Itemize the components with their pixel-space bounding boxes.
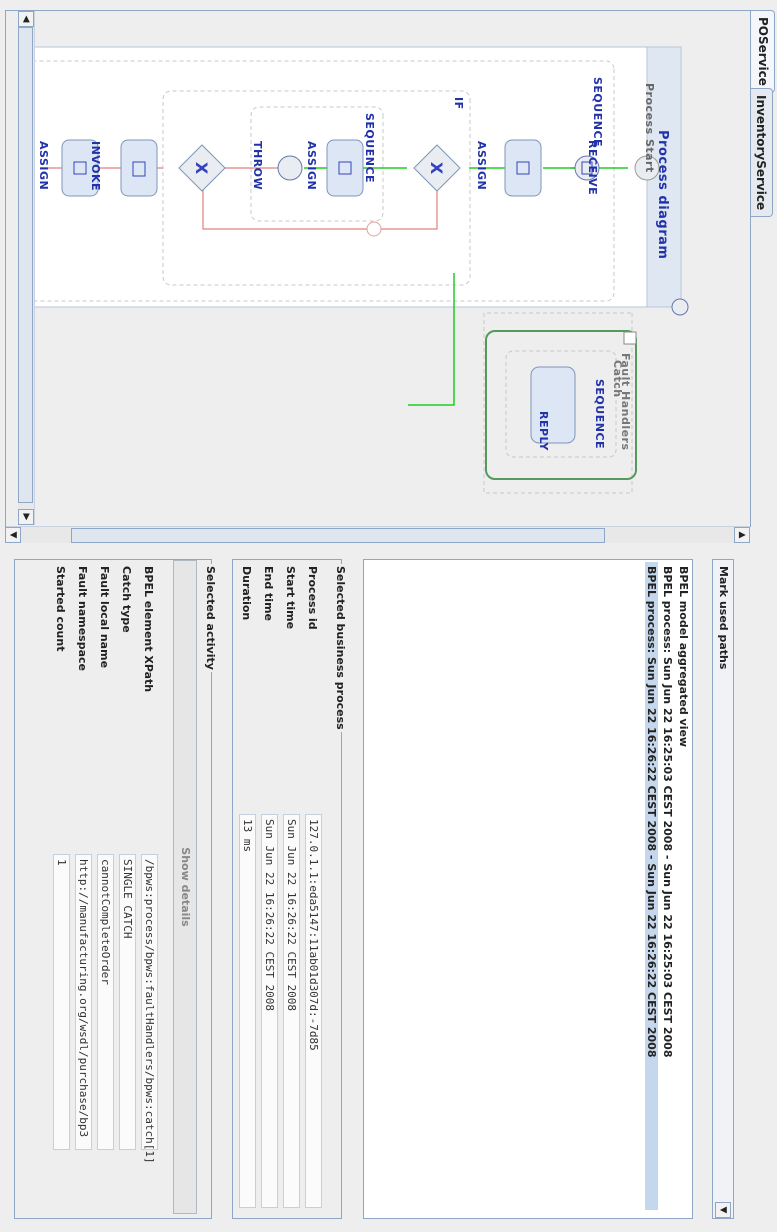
duration-label: Duration (240, 566, 253, 621)
process-id-label: Process id (306, 566, 319, 630)
inner-sequence-label: SEQUENCE (363, 113, 376, 184)
start-time-value: Sun Jun 22 16:26:22 CEST 2008 (283, 814, 300, 1208)
tab-poservice[interactable]: POService (750, 10, 775, 93)
scroll-right-button[interactable]: ▼ (5, 527, 21, 543)
xpath-value: /bpws:process/bpws:faultHandlers/bpws:ca… (141, 854, 158, 1164)
catch-type-label: Catch type (120, 566, 133, 633)
business-process-panel: Selected business process Process id 127… (232, 559, 347, 1219)
fault-namespace-value: http://manufacturing.org/wsdl/purchase/b… (75, 854, 92, 1150)
hscroll-thumb[interactable] (71, 528, 605, 543)
show-details-button[interactable]: Show details (173, 560, 197, 1214)
catch-sequence-label: SEQUENCE (593, 379, 606, 450)
diagram-title: Process diagram (655, 130, 670, 260)
process-id-value: 127.0.1.1:eda5147:11ab01d307d:-7d85 (305, 814, 322, 1208)
sequence-label: SEQUENCE (591, 77, 604, 148)
invoke-label: INVOKE (89, 141, 102, 192)
svg-text:X: X (427, 162, 446, 175)
assign-end-label: ASSIGN (37, 141, 50, 191)
path-item[interactable]: BPEL process: Sun Jun 22 16:25:03 CEST 2… (661, 566, 674, 1057)
app-window: POService InventoryService ◀ ▶ ▲ ▼ X X P… (0, 0, 777, 1232)
started-count-value: 1 (53, 854, 70, 1150)
scroll-down-button[interactable]: ▶ (18, 509, 34, 525)
path-item[interactable]: BPEL model aggregated view (677, 566, 690, 747)
started-count-label: Started count (54, 566, 67, 652)
mark-used-paths-header: Mark used paths ▼ (712, 559, 734, 1219)
scroll-left-button[interactable]: ▲ (734, 527, 750, 543)
reply-label: REPLY (537, 411, 550, 451)
diagram-panel: ◀ ▶ ▲ ▼ X X Process diagram Process Star… (5, 10, 751, 543)
duration-value: 13 ms (239, 814, 256, 1208)
scroll-up-button[interactable]: ◀ (18, 11, 34, 27)
activity-panel: Selected activity Show details BPEL elem… (14, 559, 217, 1219)
if-label: IF (452, 97, 465, 110)
catch-type-value: SINGLE CATCH (119, 854, 136, 1150)
fault-local-name-value: cannotCompleteOrder (97, 854, 114, 1150)
end-time-value: Sun Jun 22 16:26:22 CEST 2008 (261, 814, 278, 1208)
inner-assign-label: ASSIGN (305, 141, 318, 191)
process-start-label: Process Start (643, 83, 656, 173)
tab-inventoryservice[interactable]: InventoryService (750, 88, 773, 218)
xpath-label: BPEL element XPath (142, 566, 155, 693)
receive-label: RECEIVE (586, 140, 599, 196)
activity-title: Selected activity (204, 564, 217, 672)
assign-label: ASSIGN (475, 141, 488, 191)
paths-list: BPEL model aggregated view BPEL process:… (363, 559, 693, 1219)
fault-local-name-label: Fault local name (98, 566, 111, 669)
path-item-selected[interactable]: BPEL process: Sun Jun 22 16:26:22 CEST 2… (645, 562, 658, 1210)
fault-namespace-label: Fault namespace (76, 566, 89, 671)
diagram-hscrollbar[interactable]: ▲ ▼ (5, 526, 750, 543)
business-process-title: Selected business process (334, 564, 347, 732)
catch-label: Catch (611, 360, 624, 398)
throw-label: THROW (251, 141, 264, 191)
start-time-label: Start time (284, 566, 297, 630)
paths-dropdown-button[interactable]: ▼ (715, 1202, 731, 1218)
svg-text:X: X (192, 162, 211, 175)
vscroll-thumb[interactable] (18, 27, 33, 503)
end-time-label: End time (262, 566, 275, 621)
diagram-vscrollbar[interactable]: ◀ ▶ (18, 11, 35, 525)
